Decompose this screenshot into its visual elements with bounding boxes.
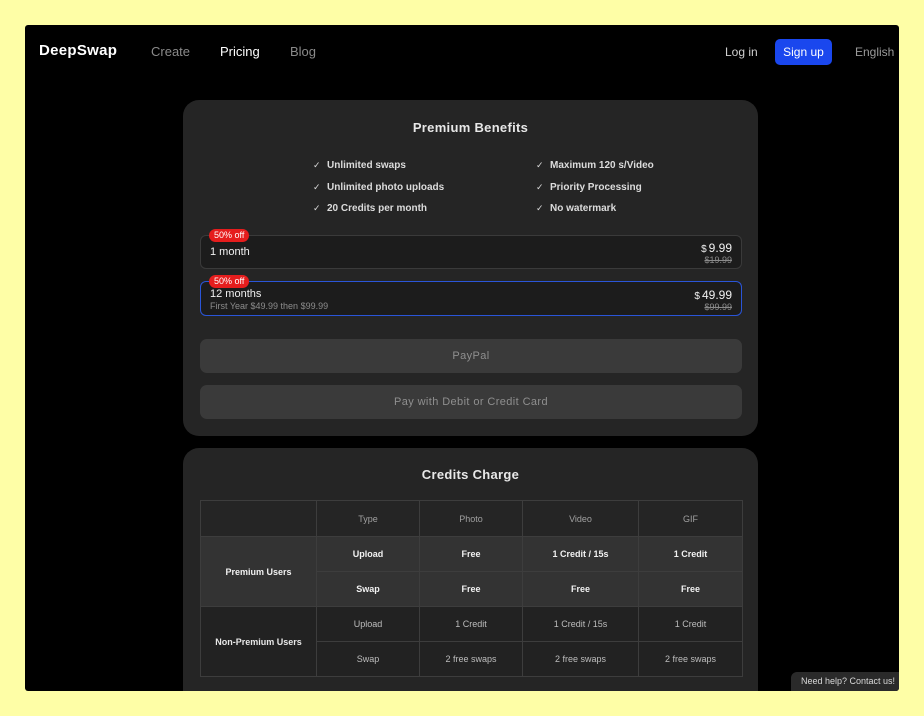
table-row: Premium Users Upload Free 1 Credit / 15s… <box>200 536 743 607</box>
table-header: Type <box>316 500 420 537</box>
table-cell: Free <box>638 571 743 607</box>
table-cell: 1 Credit <box>638 606 743 642</box>
credits-charge-title: Credits Charge <box>421 467 520 482</box>
table-cell: 1 Credit <box>419 606 523 642</box>
premium-card: Premium Benefits ✓ Unlimited swaps ✓ Unlim… <box>183 100 758 436</box>
plan-option-1-month[interactable]: 1 month $9.99 $19.99 <box>200 235 742 269</box>
nav-blog[interactable]: Blog <box>290 44 316 59</box>
table-cell: 1 Credit / 15s <box>522 606 639 642</box>
plan-option-12-months[interactable]: 12 months First Year $49.99 then $99.99 … <box>200 281 742 316</box>
user-group-label: Non-Premium Users <box>200 606 317 677</box>
check-icon: ✓ <box>536 160 544 170</box>
plan-price: $9.99 <box>701 241 732 255</box>
card-payment-button[interactable]: Pay with Debit or Credit Card <box>200 385 742 419</box>
table-header-row: Type Photo Video GIF <box>200 500 743 537</box>
table-cell: Free <box>522 571 639 607</box>
table-cell: Swap <box>316 571 420 607</box>
table-cell: 2 free swaps <box>638 641 743 677</box>
credits-card: Credits Charge Type Photo Video GIF Prem… <box>183 448 758 691</box>
table-header: GIF <box>638 500 743 537</box>
chevron-down-icon: ⌄ <box>897 48 899 59</box>
benefit-item: ✓ Unlimited swaps <box>313 160 406 171</box>
premium-benefits-title: Premium Benefits <box>412 120 529 135</box>
plan-subtitle: First Year $49.99 then $99.99 <box>210 301 329 311</box>
login-link[interactable]: Log in <box>725 45 758 59</box>
table-cell: Upload <box>316 606 420 642</box>
table-cell: Swap <box>316 641 420 677</box>
credits-table: Type Photo Video GIF Premium Users Uploa… <box>200 500 743 677</box>
check-icon: ✓ <box>313 182 321 192</box>
table-header: Photo <box>419 500 523 537</box>
deepswap-logo[interactable]: DeepSwap <box>39 42 117 59</box>
check-icon: ✓ <box>536 203 544 213</box>
plan-price: $49.99 <box>694 288 732 302</box>
nav-pricing[interactable]: Pricing <box>220 44 260 59</box>
paypal-button[interactable]: PayPal <box>200 339 742 373</box>
table-cell: Upload <box>316 536 420 572</box>
benefit-item: ✓ Maximum 120 s/Video <box>536 160 654 171</box>
table-cell: Free <box>419 536 523 572</box>
discount-badge: 50% off <box>209 229 250 242</box>
benefit-item: ✓ No watermark <box>536 203 617 214</box>
check-icon: ✓ <box>536 182 544 192</box>
check-icon: ✓ <box>313 160 321 170</box>
table-header: Video <box>522 500 639 537</box>
plan-old-price: $19.99 <box>704 255 732 265</box>
language-label: English <box>855 45 895 59</box>
app-screen: DeepSwap Create Pricing Blog Log in Sign… <box>25 25 899 691</box>
table-cell: 1 Credit / 15s <box>522 536 639 572</box>
discount-badge: 50% off <box>209 275 250 288</box>
table-cell: Free <box>419 571 523 607</box>
language-selector[interactable]: English⌄ <box>855 45 899 59</box>
plan-old-price: $99.99 <box>704 302 732 312</box>
plan-name: 1 month <box>210 246 250 258</box>
table-cell: 2 free swaps <box>419 641 523 677</box>
benefit-item: ✓ Priority Processing <box>536 182 642 193</box>
table-cell: 2 free swaps <box>522 641 639 677</box>
user-group-label: Premium Users <box>200 536 317 607</box>
signup-button[interactable]: Sign up <box>775 39 832 65</box>
table-header <box>200 500 317 537</box>
check-icon: ✓ <box>313 203 321 213</box>
nav-create[interactable]: Create <box>151 44 190 59</box>
table-cell: 1 Credit <box>638 536 743 572</box>
benefit-item: ✓ 20 Credits per month <box>313 203 428 214</box>
benefit-item: ✓ Unlimited photo uploads <box>313 182 445 193</box>
table-row: Non-Premium Users Upload 1 Credit 1 Cred… <box>200 606 743 677</box>
plan-name: 12 months <box>210 288 262 300</box>
help-contact-button[interactable]: Need help? Contact us! <box>791 672 899 691</box>
